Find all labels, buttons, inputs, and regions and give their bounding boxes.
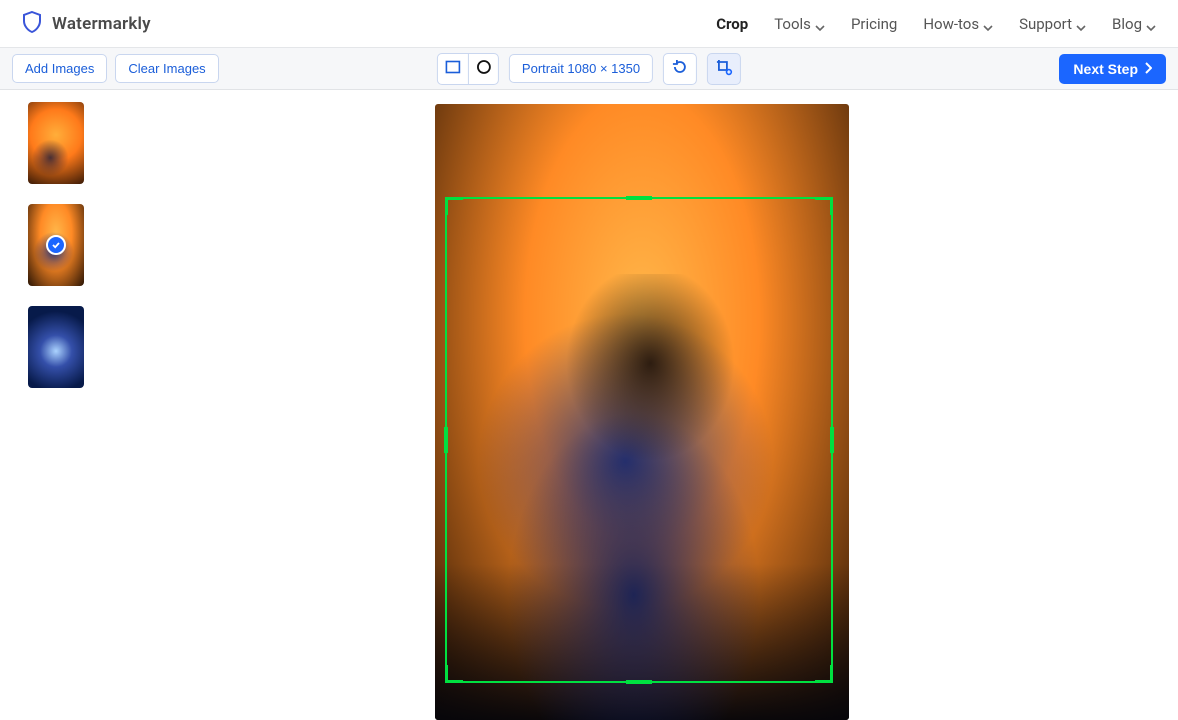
crop-handle-top-right[interactable] [815,197,833,215]
thumbnail-1[interactable] [28,102,84,184]
nav-blog[interactable]: Blog [1112,15,1156,33]
chevron-down-icon [815,19,825,29]
circle-icon [475,59,491,79]
rotate-ccw-icon [671,58,689,80]
selected-check-icon [46,235,66,255]
chevron-down-icon [983,19,993,29]
chevron-right-icon [1144,61,1152,77]
toolbar-center: Portrait 1080 × 1350 [437,53,741,85]
nav-howtos[interactable]: How-tos [923,15,993,33]
nav-crop[interactable]: Crop [716,15,748,33]
main-image[interactable] [435,104,849,720]
next-step-button[interactable]: Next Step [1059,54,1166,84]
crop-handle-top-left[interactable] [445,197,463,215]
rotate-button[interactable] [663,53,697,85]
circle-shape-button[interactable] [468,54,498,84]
shield-logo-icon [22,11,42,37]
crop-handle-left[interactable] [444,427,448,453]
add-images-button[interactable]: Add Images [12,54,107,83]
toolbar-left: Add Images Clear Images [12,54,219,83]
canvas-area [105,90,1178,720]
crop-handle-bottom-left[interactable] [445,665,463,683]
chevron-down-icon [1146,19,1156,29]
next-step-label: Next Step [1073,61,1138,77]
thumbnail-2[interactable] [28,204,84,286]
crop-rectangle[interactable] [445,197,833,683]
thumbnail-3[interactable] [28,306,84,388]
crop-handle-top[interactable] [626,196,652,200]
rectangle-shape-button[interactable] [438,54,468,84]
main-nav: Crop Tools Pricing How-tos Support Blog [716,15,1156,33]
crop-handle-right[interactable] [830,427,834,453]
aspect-shape-toggle [437,53,499,85]
nav-pricing[interactable]: Pricing [851,15,897,33]
nav-support-label: Support [1019,15,1072,33]
crop-handle-bottom[interactable] [626,680,652,684]
brand-name: Watermarkly [52,14,151,34]
brand-wrap: Watermarkly [22,11,151,37]
chevron-down-icon [1076,19,1086,29]
toolbar: Add Images Clear Images Portrait 1080 × … [0,48,1178,90]
nav-howtos-label: How-tos [923,15,979,33]
crop-handle-bottom-right[interactable] [815,665,833,683]
thumbnail-sidebar [0,90,105,720]
batch-apply-button[interactable] [707,53,741,85]
clear-images-button[interactable]: Clear Images [115,54,218,83]
app-header: Watermarkly Crop Tools Pricing How-tos S… [0,0,1178,48]
nav-tools[interactable]: Tools [774,15,825,33]
nav-support[interactable]: Support [1019,15,1086,33]
rectangle-icon [445,59,461,78]
crop-plus-icon [715,58,733,80]
nav-blog-label: Blog [1112,15,1142,33]
main-area [0,90,1178,720]
nav-tools-label: Tools [774,15,811,33]
crop-dimensions-button[interactable]: Portrait 1080 × 1350 [509,54,653,83]
